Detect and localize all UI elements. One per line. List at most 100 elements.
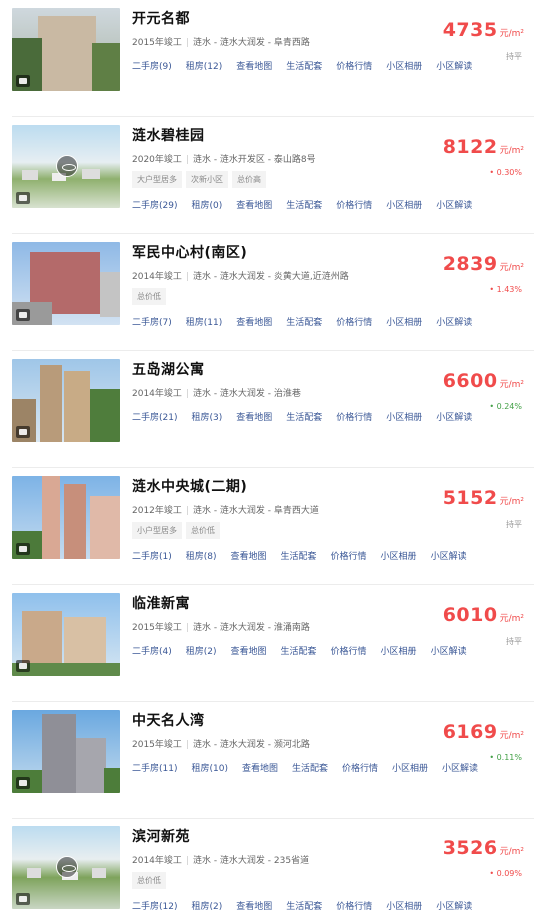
- community-name[interactable]: 开元名都: [132, 8, 190, 28]
- guide-link[interactable]: 小区解读: [442, 761, 478, 774]
- panorama-icon[interactable]: [56, 856, 78, 878]
- tag: 总价低: [132, 288, 166, 305]
- rental-link[interactable]: 租房(10): [191, 761, 227, 774]
- amenities-link[interactable]: 生活配套: [286, 899, 322, 912]
- location: 涟水 - 涟水大润发 - 治淮巷: [192, 389, 301, 399]
- album-link[interactable]: 小区相册: [386, 899, 422, 912]
- album-link[interactable]: 小区相册: [386, 59, 422, 72]
- guide-link[interactable]: 小区解读: [436, 198, 472, 211]
- location: 涟水 - 涟水大润发 - 阜青西路: [192, 38, 310, 48]
- rental-link[interactable]: 租房(3): [191, 410, 222, 423]
- community-photo[interactable]: [12, 242, 120, 325]
- map-link[interactable]: 查看地图: [236, 410, 272, 423]
- guide-link[interactable]: 小区解读: [436, 899, 472, 912]
- price-trend-link[interactable]: 价格行情: [336, 315, 372, 328]
- community-photo[interactable]: [12, 359, 120, 442]
- list-item[interactable]: 临淮新寓 2015年竣工 | 涟水 - 涟水大润发 - 淮涌南路 二手房(4) 租房(2)…: [12, 593, 534, 702]
- album-link[interactable]: 小区相册: [386, 410, 422, 423]
- album-link[interactable]: 小区相册: [386, 198, 422, 211]
- amenities-link[interactable]: 生活配套: [286, 59, 322, 72]
- price-unit: 元/m²: [499, 614, 524, 624]
- list-item[interactable]: 涟水碧桂园 2020年竣工 | 涟水 - 涟水开发区 - 泰山路8号 大户型居多 次新小区…: [12, 125, 534, 234]
- guide-link[interactable]: 小区解读: [436, 410, 472, 423]
- map-link[interactable]: 查看地图: [231, 549, 267, 562]
- price-trend-link[interactable]: 价格行情: [336, 410, 372, 423]
- price-trend-link[interactable]: 价格行情: [342, 761, 378, 774]
- action-links: 二手房(21) 租房(3) 查看地图 生活配套 价格行情 小区相册 小区解读: [132, 410, 472, 423]
- rental-link[interactable]: 租房(0): [191, 198, 222, 211]
- amenities-link[interactable]: 生活配套: [281, 644, 317, 657]
- secondhand-link[interactable]: 二手房(1): [132, 549, 172, 562]
- album-link[interactable]: 小区相册: [381, 644, 417, 657]
- rental-link[interactable]: 租房(11): [186, 315, 222, 328]
- community-name[interactable]: 五岛湖公寓: [132, 359, 205, 379]
- secondhand-link[interactable]: 二手房(11): [132, 761, 177, 774]
- rental-link[interactable]: 租房(2): [191, 899, 222, 912]
- list-item[interactable]: 滨河新苑 2014年竣工 | 涟水 - 涟水大润发 - 235省道 总价低 二手房(12)…: [12, 826, 534, 924]
- community-name[interactable]: 涟水中央城(二期): [132, 476, 247, 496]
- map-link[interactable]: 查看地图: [236, 59, 272, 72]
- community-name[interactable]: 涟水碧桂园: [132, 125, 205, 145]
- price-trend-link[interactable]: 价格行情: [336, 59, 372, 72]
- community-photo[interactable]: [12, 710, 120, 793]
- guide-link[interactable]: 小区解读: [431, 549, 467, 562]
- guide-link[interactable]: 小区解读: [436, 315, 472, 328]
- building-shape: [92, 43, 120, 91]
- panorama-icon[interactable]: [56, 155, 78, 177]
- price-unit: 元/m²: [499, 731, 524, 741]
- secondhand-link[interactable]: 二手房(9): [132, 59, 172, 72]
- community-photo[interactable]: [12, 8, 120, 91]
- album-link[interactable]: 小区相册: [386, 315, 422, 328]
- amenities-link[interactable]: 生活配套: [286, 198, 322, 211]
- guide-link[interactable]: 小区解读: [436, 59, 472, 72]
- rental-link[interactable]: 租房(12): [186, 59, 222, 72]
- list-item[interactable]: 五岛湖公寓 2014年竣工 | 涟水 - 涟水大润发 - 治淮巷 二手房(21) 租房(3…: [12, 359, 534, 468]
- map-link[interactable]: 查看地图: [236, 198, 272, 211]
- avg-price: 6010: [442, 604, 498, 626]
- map-link[interactable]: 查看地图: [236, 899, 272, 912]
- secondhand-link[interactable]: 二手房(12): [132, 899, 177, 912]
- price-trend-link[interactable]: 价格行情: [336, 899, 372, 912]
- amenities-link[interactable]: 生活配套: [286, 410, 322, 423]
- community-photo[interactable]: [12, 826, 120, 909]
- map-link[interactable]: 查看地图: [231, 644, 267, 657]
- amenities-link[interactable]: 生活配套: [292, 761, 328, 774]
- location: 涟水 - 涟水大润发 - 阜青西大道: [192, 506, 319, 516]
- list-item[interactable]: 涟水中央城(二期) 2012年竣工 | 涟水 - 涟水大润发 - 阜青西大道 小户型居多…: [12, 476, 534, 585]
- secondhand-link[interactable]: 二手房(4): [132, 644, 172, 657]
- map-link[interactable]: 查看地图: [242, 761, 278, 774]
- secondhand-link[interactable]: 二手房(29): [132, 198, 177, 211]
- building-shape: [90, 389, 120, 442]
- community-photo[interactable]: [12, 476, 120, 559]
- community-photo[interactable]: [12, 125, 120, 208]
- secondhand-link[interactable]: 二手房(7): [132, 315, 172, 328]
- amenities-link[interactable]: 生活配套: [286, 315, 322, 328]
- building-shape: [82, 169, 100, 179]
- community-name[interactable]: 军民中心村(南区): [132, 242, 247, 262]
- list-item[interactable]: 军民中心村(南区) 2014年竣工 | 涟水 - 涟水大润发 - 炎黄大道,近涟州路总…: [12, 242, 534, 351]
- price-block: 3526 元/m²: [443, 837, 524, 859]
- community-name[interactable]: 临淮新寓: [132, 593, 190, 613]
- community-name[interactable]: 滨河新苑: [132, 826, 190, 846]
- community-photo[interactable]: [12, 593, 120, 676]
- list-item[interactable]: 中天名人湾 2015年竣工 | 涟水 - 涟水大润发 - 濒河北路 二手房(11) 租房(…: [12, 710, 534, 819]
- price-trend: 持平: [506, 637, 522, 646]
- price-trend-link[interactable]: 价格行情: [336, 198, 372, 211]
- map-link[interactable]: 查看地图: [236, 315, 272, 328]
- community-name[interactable]: 中天名人湾: [132, 710, 205, 730]
- amenities-link[interactable]: 生活配套: [281, 549, 317, 562]
- rental-link[interactable]: 租房(8): [186, 549, 217, 562]
- price-block: 2839 元/m²: [443, 253, 524, 275]
- guide-link[interactable]: 小区解读: [431, 644, 467, 657]
- price-trend-link[interactable]: 价格行情: [331, 644, 367, 657]
- price-unit: 元/m²: [499, 497, 524, 507]
- secondhand-link[interactable]: 二手房(21): [132, 410, 177, 423]
- list-item[interactable]: 开元名都 2015年竣工 | 涟水 - 涟水大润发 - 阜青西路 二手房(9) 租房(12…: [12, 8, 534, 117]
- album-link[interactable]: 小区相册: [392, 761, 428, 774]
- album-link[interactable]: 小区相册: [381, 549, 417, 562]
- build-year: 2014年竣工: [132, 856, 182, 866]
- price-unit: 元/m²: [499, 263, 524, 273]
- community-meta: 2015年竣工 | 涟水 - 涟水大润发 - 阜青西路: [132, 35, 310, 48]
- price-trend-link[interactable]: 价格行情: [331, 549, 367, 562]
- rental-link[interactable]: 租房(2): [186, 644, 217, 657]
